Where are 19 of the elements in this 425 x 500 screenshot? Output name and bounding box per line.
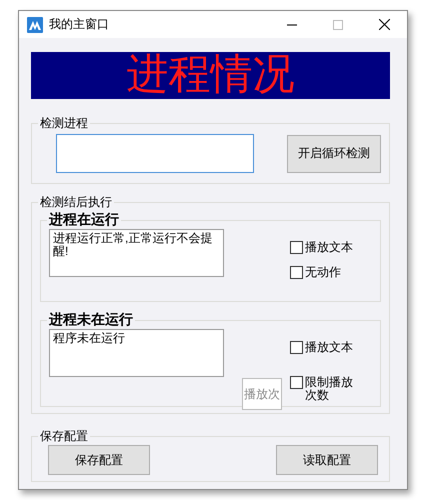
group-title: 检测进程 — [39, 115, 89, 132]
load-config-button[interactable]: 读取配置 — [276, 445, 378, 475]
close-icon[interactable] — [378, 19, 390, 30]
checkbox[interactable]: 限制播放次数 — [290, 376, 364, 402]
banner-heading: 进程情况 — [31, 52, 390, 99]
save-config-button[interactable]: 保存配置 — [48, 445, 150, 475]
checkbox[interactable]: 无动作 — [290, 266, 364, 279]
group-title: 保存配置 — [39, 428, 89, 445]
checkbox[interactable]: 播放文本 — [290, 341, 364, 354]
message-text-area[interactable]: 进程运行正常,正常运行不会提醒! — [49, 229, 224, 277]
start-check-button[interactable]: 开启循环检测 — [287, 134, 381, 172]
group-title: 检测结后执行 — [39, 194, 113, 211]
app-logo-icon — [27, 16, 43, 32]
message-text-area[interactable]: 程序未在运行 — [49, 329, 224, 377]
checkbox[interactable]: 播放文本 — [290, 241, 364, 254]
group-title: 进程未在运行 — [48, 311, 134, 329]
process-input-field[interactable] — [56, 134, 254, 173]
window-title: 我的主窗口 — [49, 16, 110, 33]
group-title: 进程在运行 — [48, 211, 120, 229]
